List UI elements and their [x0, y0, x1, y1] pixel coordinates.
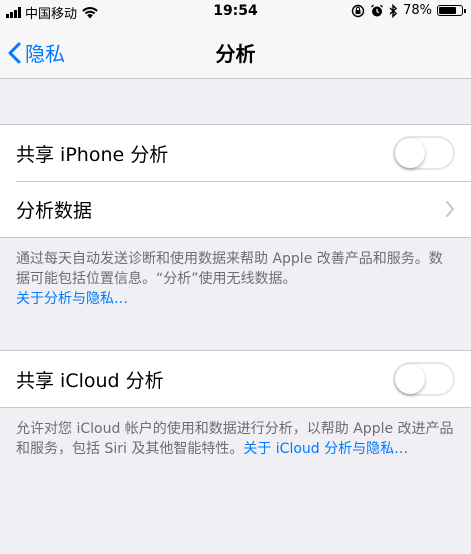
share-iphone-analytics-label: 共享 iPhone 分析	[16, 143, 169, 166]
battery-percent: 78%	[403, 3, 432, 18]
status-right: 78%	[351, 3, 466, 18]
toggle-knob	[395, 364, 425, 394]
toggle-knob	[395, 138, 425, 168]
status-bar: 中国移动 19:54 78%	[0, 0, 471, 22]
about-analytics-privacy-link[interactable]: 关于分析与隐私…	[16, 291, 128, 307]
iphone-analytics-footnote: 通过每天自动发送诊断和使用数据来帮助 Apple 改善产品和服务。数据可能包括位…	[16, 249, 456, 309]
iphone-analytics-description: 通过每天自动发送诊断和使用数据来帮助 Apple 改善产品和服务。数据可能包括位…	[16, 251, 443, 287]
share-iphone-analytics-row: 共享 iPhone 分析	[0, 125, 471, 181]
chevron-right-icon	[446, 201, 454, 217]
navigation-bar: 隐私 分析	[0, 22, 471, 79]
analytics-data-row[interactable]: 分析数据	[0, 181, 471, 237]
share-iphone-analytics-toggle[interactable]	[393, 136, 455, 170]
about-icloud-analytics-privacy-link[interactable]: 关于 iCloud 分析与隐私…	[243, 441, 408, 457]
bluetooth-icon	[389, 3, 398, 18]
page-title: 分析	[215, 42, 256, 66]
share-icloud-analytics-label: 共享 iCloud 分析	[16, 369, 164, 392]
share-icloud-analytics-toggle[interactable]	[393, 362, 455, 396]
alarm-icon	[371, 4, 384, 16]
battery-icon	[437, 5, 466, 16]
battery-fill	[439, 7, 457, 14]
rotation-lock-icon	[351, 4, 365, 17]
icloud-analytics-footnote: 允许对您 iCloud 帐户的使用和数据进行分析，以帮助 Apple 改进产品和…	[16, 419, 456, 459]
icloud-analytics-group: 共享 iCloud 分析	[0, 350, 471, 408]
share-icloud-analytics-row: 共享 iCloud 分析	[0, 351, 471, 407]
analytics-data-label: 分析数据	[16, 199, 93, 222]
iphone-analytics-group: 共享 iPhone 分析 分析数据	[0, 124, 471, 238]
